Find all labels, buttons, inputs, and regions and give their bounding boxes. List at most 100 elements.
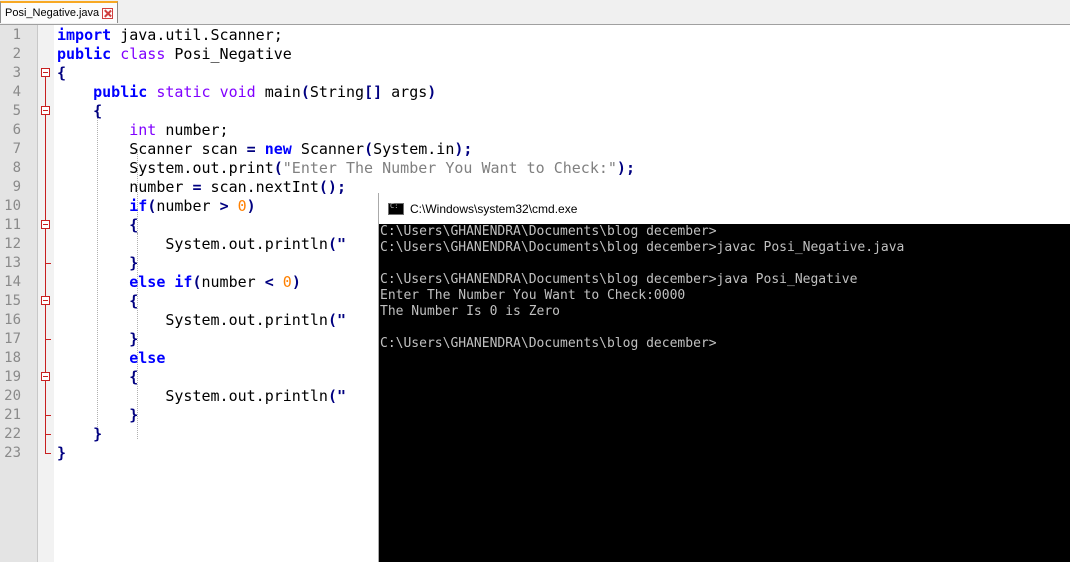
code-line: { — [57, 368, 138, 387]
code-token: if — [174, 273, 193, 291]
code-token: new — [264, 140, 292, 158]
line-number-gutter: 1 2 3 4 5 6 7 8 9 10 11 12 13 14 15 16 17 18 19 20 21 22 23 — [0, 25, 38, 562]
code-line: int number; — [57, 121, 229, 140]
code-token: { — [57, 64, 67, 82]
fold-collapse-icon[interactable] — [41, 372, 50, 381]
code-token: (" — [327, 311, 346, 329]
line-number: 13 — [4, 255, 21, 271]
code-token: } — [93, 425, 103, 443]
code-token: System.out.println — [57, 235, 328, 253]
code-line: if(number > 0) — [57, 197, 255, 216]
code-token: Scanner — [291, 140, 365, 158]
fold-collapse-icon[interactable] — [41, 106, 50, 115]
line-number: 8 — [12, 160, 21, 176]
code-line: } — [57, 406, 138, 425]
code-token: scan.nextInt — [201, 178, 319, 196]
code-token: } — [129, 406, 139, 424]
code-token: 0 — [237, 197, 247, 215]
fold-collapse-icon[interactable] — [41, 220, 50, 229]
code-token: { — [93, 102, 103, 120]
code-token: number; — [156, 121, 229, 139]
code-token: System.out.println — [57, 387, 328, 405]
fold-end-marker — [45, 453, 51, 454]
code-token: { — [129, 216, 139, 234]
tab-posi-negative[interactable]: Posi_Negative.java — [0, 1, 118, 23]
code-line: System.out.println(" — [57, 311, 346, 330]
code-token: "Enter The Number You Want to Check:" — [282, 159, 617, 177]
code-line: Scanner scan = new Scanner(System.in); — [57, 140, 472, 159]
line-number: 12 — [4, 236, 21, 252]
code-line: else if(number < 0) — [57, 273, 301, 292]
console-line: C:\Users\GHANENDRA\Documents\blog decemb… — [380, 336, 717, 351]
code-token: Scanner scan — [57, 140, 247, 158]
code-line: number = scan.nextInt(); — [57, 178, 346, 197]
code-token: (" — [327, 387, 346, 405]
tab-bar: Posi_Negative.java — [0, 0, 1070, 25]
code-token: (); — [318, 178, 346, 196]
code-token: public — [57, 45, 112, 63]
fold-collapse-icon[interactable] — [41, 68, 50, 77]
code-token: number — [201, 273, 265, 291]
code-token: String — [309, 83, 365, 101]
line-number: 9 — [12, 179, 21, 195]
fold-end-marker — [45, 434, 51, 435]
code-line: } — [57, 254, 138, 273]
code-token: (" — [327, 235, 346, 253]
code-token: Posi_Negative — [165, 45, 292, 63]
fold-end-marker — [45, 263, 51, 264]
code-line: else — [57, 349, 165, 368]
code-token: int — [129, 121, 157, 139]
code-token: ( — [273, 159, 283, 177]
code-token: { — [129, 368, 139, 386]
code-token: java.util.Scanner; — [111, 26, 283, 44]
line-number: 2 — [12, 46, 21, 62]
line-number: 22 — [4, 426, 21, 442]
cmd-console[interactable]: C:\Users\GHANENDRA\Documents\blog decemb… — [379, 224, 1070, 562]
code-token: import — [57, 26, 112, 44]
console-line: The Number Is 0 is Zero — [380, 304, 561, 319]
code-line: public class Posi_Negative — [57, 45, 292, 64]
line-number: 6 — [12, 122, 21, 138]
line-number: 10 — [4, 198, 21, 214]
code-token: ) — [427, 83, 437, 101]
code-token: if — [129, 197, 148, 215]
code-token: main — [255, 83, 301, 101]
console-line: C:\Users\GHANENDRA\Documents\blog decemb… — [380, 240, 905, 255]
cmd-window[interactable]: C:\Windows\system32\cmd.exe C:\Users\GHA… — [378, 193, 1070, 562]
fold-collapse-icon[interactable] — [41, 296, 50, 305]
line-number: 20 — [4, 388, 21, 404]
code-line: { — [57, 64, 66, 83]
console-line: Enter The Number You Want to Check:0000 — [380, 288, 686, 303]
console-line: C:\Users\GHANENDRA\Documents\blog decemb… — [380, 224, 717, 239]
code-line: } — [57, 425, 102, 444]
code-token: ) — [291, 273, 301, 291]
cmd-titlebar[interactable]: C:\Windows\system32\cmd.exe — [379, 193, 1070, 224]
code-line: System.out.println(" — [57, 235, 346, 254]
fold-end-marker — [45, 415, 51, 416]
line-number: 11 — [4, 217, 21, 233]
code-line: { — [57, 102, 102, 121]
console-line: C:\Users\GHANENDRA\Documents\blog decemb… — [380, 272, 858, 287]
code-token: ); — [454, 140, 473, 158]
code-token: < — [264, 273, 274, 291]
fold-end-marker — [45, 339, 51, 340]
line-number: 3 — [12, 65, 21, 81]
code-token: void — [219, 83, 256, 101]
close-icon[interactable] — [102, 7, 114, 19]
cmd-icon — [388, 202, 404, 215]
code-token: class — [120, 45, 166, 63]
code-token: } — [129, 254, 139, 272]
